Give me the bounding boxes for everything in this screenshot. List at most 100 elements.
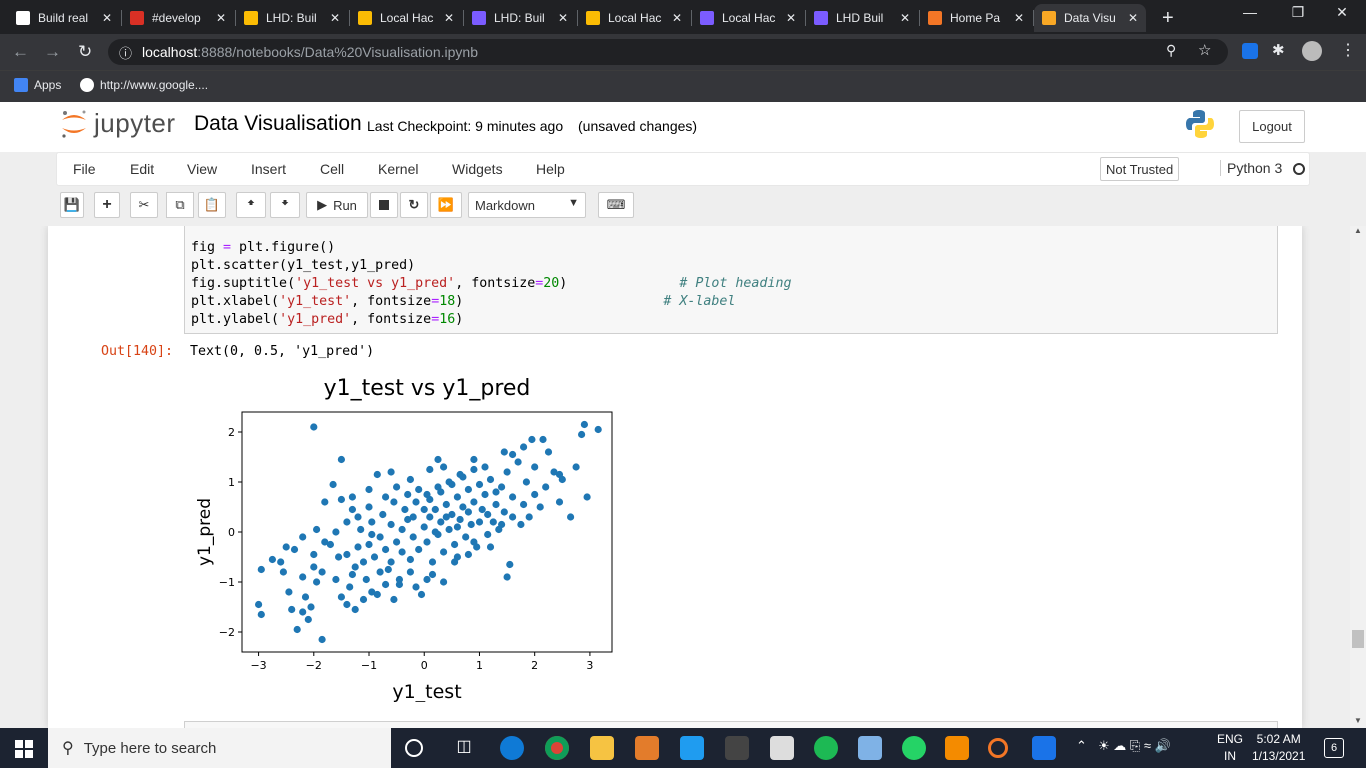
profile-avatar-icon[interactable] [1302,41,1322,61]
tab-close-icon[interactable]: ✕ [330,11,340,25]
restart-run-all-button[interactable]: ⏩ [430,192,462,218]
menu-view[interactable]: View [187,161,217,177]
code-cell-input[interactable]: fig = plt.figure() plt.scatter(y1_test,y1… [184,226,1278,334]
browser-tab[interactable]: Home Pa ✕ [920,4,1032,32]
bookmark-item[interactable]: Apps [14,78,61,92]
bookmark-item[interactable]: http://www.google.... [80,78,208,92]
command-palette-button[interactable]: ⌨ [598,192,634,218]
file-explorer-icon[interactable] [590,736,614,760]
save-button[interactable]: 💾 [60,192,84,218]
browser-tab[interactable]: Build real ✕ [8,4,120,32]
scatter-point [445,525,453,534]
scatter-point [299,533,307,541]
tab-close-icon[interactable]: ✕ [1014,11,1024,25]
app-taskbar-icon[interactable] [1032,736,1056,760]
restore-icon[interactable]: ❐ [1278,4,1318,21]
notebook-title[interactable]: Data Visualisation [194,112,362,136]
taskbar-search[interactable]: ⚲ Type here to search [48,728,391,768]
not-trusted-button[interactable]: Not Trusted [1100,157,1180,181]
paste-button[interactable]: 📋 [198,192,226,218]
taskbar-clock[interactable]: 5:02 AM 1/13/2021 [1252,731,1305,765]
move-down-button[interactable]: 🠻 [270,192,300,218]
run-button[interactable]: ▶ Run [306,192,368,218]
cell-type-select[interactable]: Markdown ▼ [468,192,586,218]
scatter-point [393,538,401,546]
jupyter-taskbar-icon[interactable] [988,738,1008,758]
puzzle-icon[interactable]: ✱ [1272,41,1285,59]
scatter-point [290,545,299,554]
window-close-icon[interactable]: ✕ [1322,4,1362,21]
move-up-button[interactable]: 🠹 [236,192,266,218]
cortana-icon[interactable] [405,739,423,757]
page-scrollbar[interactable]: ▲ ▼ [1350,226,1366,728]
notes-icon[interactable] [858,736,882,760]
interrupt-button[interactable] [370,192,398,218]
browser-tab[interactable]: LHD: Buil ✕ [464,4,576,32]
extension-icon[interactable] [1242,43,1258,59]
browser-tab[interactable]: Local Hac ✕ [578,4,690,32]
language-indicator[interactable]: ENG IN [1217,731,1243,765]
chrome-menu-icon[interactable]: ⋮ [1340,40,1356,60]
tab-close-icon[interactable]: ✕ [1128,11,1138,25]
vlc-icon[interactable] [945,736,969,760]
logout-button[interactable]: Logout [1239,110,1305,143]
tab-close-icon[interactable]: ✕ [558,11,568,25]
menu-kernel[interactable]: Kernel [378,161,418,177]
whatsapp-icon[interactable] [902,736,926,760]
menu-edit[interactable]: Edit [130,161,154,177]
browser-tab[interactable]: Local Hac ✕ [692,4,804,32]
tab-close-icon[interactable]: ✕ [900,11,910,25]
tab-close-icon[interactable]: ✕ [786,11,796,25]
bookmark-star-icon[interactable]: ☆ [1198,41,1211,59]
cut-button[interactable]: ✂ [130,192,158,218]
tab-close-icon[interactable]: ✕ [102,11,112,25]
minimize-icon[interactable]: — [1230,4,1270,20]
tab-close-icon[interactable]: ✕ [444,11,454,25]
menu-file[interactable]: File [73,161,96,177]
new-tab-button[interactable]: + [1154,4,1182,32]
menu-insert[interactable]: Insert [251,161,286,177]
paste-icon: 📋 [203,197,221,212]
task-view-icon[interactable]: ◫ [452,736,476,760]
menu-cell[interactable]: Cell [320,161,344,177]
menu-widgets[interactable]: Widgets [452,161,503,177]
restart-button[interactable]: ↻ [400,192,428,218]
back-icon[interactable]: ← [12,42,29,62]
chrome-icon[interactable] [545,736,569,760]
browser-tab[interactable]: LHD: Buil ✕ [236,4,348,32]
url-text[interactable]: localhost:8888/notebooks/Data%20Visualis… [142,44,478,60]
sublime-icon[interactable] [635,736,659,760]
menu-help[interactable]: Help [536,161,565,177]
tab-close-icon[interactable]: ✕ [672,11,682,25]
arrow-down-icon: 🠻 [280,195,289,210]
omnibox[interactable]: ⓘ localhost:8888/notebooks/Data%20Visual… [108,39,1228,65]
windows-start-icon[interactable] [15,740,33,758]
edge-icon[interactable] [500,736,524,760]
scatter-point [332,575,340,584]
browser-tab[interactable]: LHD Buil ✕ [806,4,918,32]
browser-tab[interactable]: Data Visu ✕ [1034,4,1146,32]
mail-icon[interactable] [770,736,794,760]
google-icon [80,78,94,92]
reload-icon[interactable]: ↻ [78,42,92,62]
tray-chevron-icon[interactable]: ⌃ [1076,738,1087,754]
vscode-icon[interactable] [680,736,704,760]
jupyter-logo[interactable]: jupyter [60,108,176,139]
tab-close-icon[interactable]: ✕ [216,11,226,25]
zoom-icon[interactable]: ⚲ [1166,42,1176,59]
forward-icon[interactable]: → [44,42,61,62]
scroll-down-icon[interactable]: ▼ [1354,716,1362,725]
tray-icons[interactable]: ☀ ☁ ⎘ ≈ 🔊 [1098,738,1171,754]
copy-button[interactable]: ⧉ [166,192,194,218]
info-icon[interactable]: ⓘ [119,43,132,62]
notification-center-icon[interactable]: 6 [1324,738,1344,758]
scroll-up-icon[interactable]: ▲ [1354,226,1362,235]
scatter-point [420,505,428,514]
browser-tab[interactable]: Local Hac ✕ [350,4,462,32]
insert-cell-button[interactable]: + [94,192,120,218]
spotify-icon[interactable] [814,736,838,760]
store-icon[interactable] [725,736,749,760]
browser-tab[interactable]: #develop ✕ [122,4,234,32]
next-cell[interactable] [184,721,1278,728]
scrollbar-thumb[interactable] [1352,630,1364,648]
